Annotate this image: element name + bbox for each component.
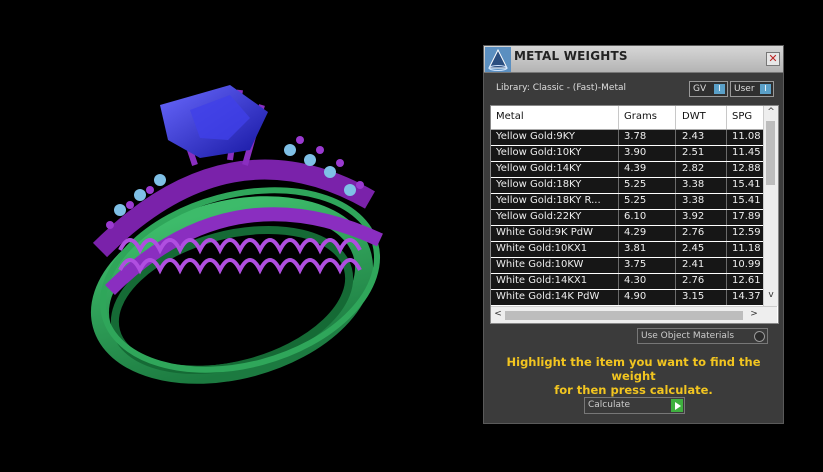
cell-dwt: 2.51: [682, 147, 705, 158]
horizontal-scrollbar[interactable]: < >: [491, 306, 777, 323]
column-divider: [675, 106, 676, 129]
metal-table: Metal Grams DWT SPG Yellow Gold:9KY 3.78 2…: [490, 105, 779, 324]
table-body: Yellow Gold:9KY 3.78 2.43 11.08 Yellow Gold…: [491, 130, 763, 306]
gv-toggle[interactable]: GV I: [689, 81, 728, 97]
library-label: Library: Classic - (Fast)-Metal: [496, 83, 627, 93]
column-header-spg[interactable]: SPG: [732, 111, 752, 122]
cell-dwt: 2.76: [682, 275, 705, 286]
table-row[interactable]: Yellow Gold:9KY 3.78 2.43 11.08: [491, 130, 763, 145]
table-row[interactable]: White Gold:14K PdW 4.90 3.15 14.37: [491, 290, 763, 305]
cell-metal: Yellow Gold:18KY R...: [496, 195, 601, 206]
table-row[interactable]: Yellow Gold:10KY 3.90 2.51 11.45: [491, 146, 763, 161]
cell-spg: 17.89: [732, 211, 761, 222]
scroll-left-icon[interactable]: <: [491, 309, 505, 319]
close-icon: ✕: [768, 52, 778, 65]
ring-model: [90, 85, 383, 384]
cell-spg: 15.41: [732, 195, 761, 206]
close-button[interactable]: ✕: [766, 52, 780, 66]
metal-weights-dialog: METAL WEIGHTS ✕ Library: Classic - (Fast…: [483, 45, 784, 424]
cell-grams: 3.78: [624, 131, 647, 142]
table-header: Metal Grams DWT SPG: [491, 106, 763, 130]
instruction-line-2: for then press calculate.: [554, 383, 713, 397]
toggle-indicator-icon: I: [760, 84, 771, 94]
cell-metal: White Gold:9K PdW: [496, 227, 593, 238]
cell-grams: 4.90: [624, 291, 647, 302]
cell-metal: Yellow Gold:9KY: [496, 131, 575, 142]
table-row[interactable]: White Gold:10KW 3.75 2.41 10.99: [491, 258, 763, 273]
instruction-line-1: Highlight the item you want to find the …: [506, 355, 761, 383]
cell-metal: Yellow Gold:10KY: [496, 147, 582, 158]
cell-metal: White Gold:14K PdW: [496, 291, 600, 302]
cell-grams: 5.25: [624, 179, 647, 190]
dialog-titlebar[interactable]: METAL WEIGHTS ✕: [484, 46, 783, 73]
gv-toggle-label: GV: [693, 84, 707, 94]
cell-grams: 3.81: [624, 243, 647, 254]
table-row[interactable]: White Gold:9K PdW 4.29 2.76 12.59: [491, 226, 763, 241]
table-row[interactable]: Yellow Gold:18KY 5.25 3.38 15.41: [491, 178, 763, 193]
cell-grams: 6.10: [624, 211, 647, 222]
cell-metal: Yellow Gold:18KY: [496, 179, 582, 190]
user-toggle-label: User: [734, 84, 755, 94]
calculate-label: Calculate: [588, 400, 631, 410]
cell-dwt: 3.38: [682, 195, 705, 206]
toggle-indicator-icon: I: [714, 84, 725, 94]
cell-spg: 12.61: [732, 275, 761, 286]
table-row[interactable]: Yellow Gold:22KY 6.10 3.92 17.89: [491, 210, 763, 225]
dialog-title: METAL WEIGHTS: [514, 49, 628, 63]
cell-grams: 5.25: [624, 195, 647, 206]
cell-spg: 15.41: [732, 179, 761, 190]
table-row[interactable]: White Gold:10KX1 3.81 2.45 11.18: [491, 242, 763, 257]
scroll-down-icon[interactable]: v: [764, 290, 778, 300]
cell-grams: 4.30: [624, 275, 647, 286]
cell-spg: 12.59: [732, 227, 761, 238]
cell-spg: 11.18: [732, 243, 761, 254]
user-toggle[interactable]: User I: [730, 81, 774, 97]
pyramid-icon: [485, 47, 511, 72]
radio-icon[interactable]: [754, 331, 765, 342]
cell-dwt: 2.82: [682, 163, 705, 174]
table-row[interactable]: Yellow Gold:14KY 4.39 2.82 12.88: [491, 162, 763, 177]
table-row[interactable]: Yellow Gold:18KY R... 5.25 3.38 15.41: [491, 194, 763, 209]
cell-dwt: 3.15: [682, 291, 705, 302]
scroll-right-icon[interactable]: >: [747, 309, 761, 319]
cell-grams: 4.29: [624, 227, 647, 238]
table-row[interactable]: White Gold:14KX1 4.30 2.76 12.61: [491, 274, 763, 289]
cell-dwt: 2.45: [682, 243, 705, 254]
cell-metal: White Gold:10KX1: [496, 243, 588, 254]
model-viewport[interactable]: [0, 0, 480, 468]
use-object-materials-option[interactable]: Use Object Materials: [637, 328, 768, 344]
instruction-text: Highlight the item you want to find the …: [484, 355, 783, 397]
cell-metal: Yellow Gold:22KY: [496, 211, 582, 222]
cell-spg: 12.88: [732, 163, 761, 174]
cell-dwt: 2.76: [682, 227, 705, 238]
use-object-materials-label: Use Object Materials: [641, 331, 735, 341]
column-header-dwt[interactable]: DWT: [682, 111, 706, 122]
cell-dwt: 2.43: [682, 131, 705, 142]
cell-grams: 4.39: [624, 163, 647, 174]
column-divider: [618, 106, 619, 129]
vertical-scrollbar[interactable]: ^ v: [763, 106, 778, 306]
calculate-button[interactable]: Calculate: [584, 397, 685, 414]
cell-grams: 3.90: [624, 147, 647, 158]
cell-dwt: 2.41: [682, 259, 705, 270]
cell-dwt: 3.92: [682, 211, 705, 222]
cell-spg: 14.37: [732, 291, 761, 302]
cell-metal: Yellow Gold:14KY: [496, 163, 582, 174]
play-icon[interactable]: [671, 399, 683, 412]
cell-metal: White Gold:14KX1: [496, 275, 588, 286]
cell-dwt: 3.38: [682, 179, 705, 190]
scroll-up-icon[interactable]: ^: [764, 107, 778, 117]
vertical-scroll-thumb[interactable]: [766, 121, 775, 185]
horizontal-scroll-thumb[interactable]: [505, 311, 743, 320]
column-divider: [726, 106, 727, 129]
column-header-grams[interactable]: Grams: [624, 111, 657, 122]
cell-spg: 11.08: [732, 131, 761, 142]
cell-grams: 3.75: [624, 259, 647, 270]
cell-metal: White Gold:10KW: [496, 259, 584, 270]
column-header-metal[interactable]: Metal: [496, 111, 524, 122]
cell-spg: 10.99: [732, 259, 761, 270]
cell-spg: 11.45: [732, 147, 761, 158]
